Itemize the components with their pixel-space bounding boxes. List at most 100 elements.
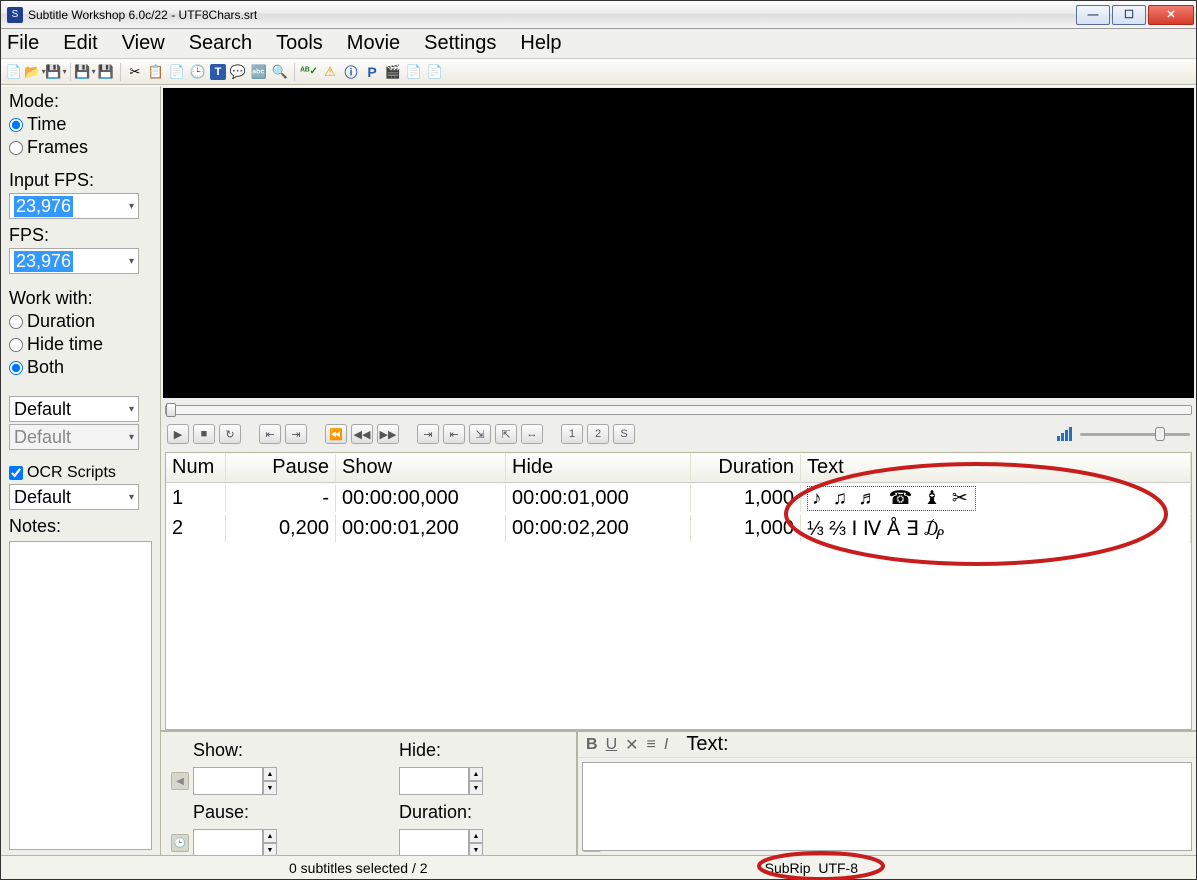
pause-clock-icon[interactable]: 🕒 xyxy=(171,834,189,852)
mark-a-button[interactable]: ⇲ xyxy=(469,424,491,444)
minimize-button[interactable]: — xyxy=(1076,5,1110,25)
fps-select[interactable]: 23,976 ▾ xyxy=(9,248,139,274)
col-text[interactable]: Text xyxy=(801,454,1191,481)
window-buttons: — ☐ ✕ xyxy=(1076,5,1194,25)
show-prev-icon[interactable]: ◀ xyxy=(171,772,189,790)
next-sub-button[interactable]: ⇥ xyxy=(285,424,307,444)
style-button[interactable]: ≡ xyxy=(647,736,656,754)
charset2-select[interactable]: Default ▾ xyxy=(9,424,139,450)
forward-button[interactable]: ▶▶ xyxy=(377,424,399,444)
play-button[interactable]: ▶ xyxy=(167,424,189,444)
ocr-scripts-checkbox[interactable]: OCR Scripts xyxy=(9,464,152,482)
subtitle-text-input[interactable] xyxy=(582,762,1192,851)
warning-icon[interactable]: ⚠ xyxy=(321,63,339,81)
work-hidetime-radio[interactable]: Hide time xyxy=(9,334,152,355)
maximize-button[interactable]: ☐ xyxy=(1112,5,1146,25)
bold-button[interactable]: B xyxy=(586,736,598,754)
menu-file[interactable]: File xyxy=(7,32,39,55)
spin-up-button[interactable]: ▲ xyxy=(263,767,277,781)
menu-tools[interactable]: Tools xyxy=(276,32,323,55)
prev-sub-button[interactable]: ⇤ xyxy=(259,424,281,444)
duration-input[interactable]: ▲▼ xyxy=(399,829,581,857)
video-preview[interactable] xyxy=(163,88,1194,398)
info-icon[interactable]: ⓘ xyxy=(342,63,360,81)
mode-time-radio[interactable]: Time xyxy=(9,114,152,135)
stop-button[interactable]: ■ xyxy=(193,424,215,444)
col-show[interactable]: Show xyxy=(336,454,506,481)
pause-input[interactable]: ▲▼ xyxy=(193,829,375,857)
pascal-icon[interactable]: P xyxy=(363,63,381,81)
translate-icon[interactable]: 🔤 xyxy=(250,63,268,81)
input-fps-select[interactable]: 23,976 ▾ xyxy=(9,193,139,219)
col-hide[interactable]: Hide xyxy=(506,454,691,481)
work-duration-radio[interactable]: Duration xyxy=(9,311,152,332)
main-area: Mode: Time Frames Input FPS: 23,976 ▾ FP… xyxy=(1,85,1196,855)
mode-frames-radio[interactable]: Frames xyxy=(9,137,152,158)
menu-edit[interactable]: Edit xyxy=(63,32,97,55)
close-button[interactable]: ✕ xyxy=(1148,5,1194,25)
video-icon[interactable]: 🎬 xyxy=(384,63,402,81)
btn-2[interactable]: 2 xyxy=(587,424,609,444)
save-orig-icon[interactable]: 💾 xyxy=(97,63,115,81)
col-duration[interactable]: Duration xyxy=(691,454,801,481)
rewind-button[interactable]: ⏪ xyxy=(325,424,347,444)
show-input[interactable]: ▲▼ xyxy=(193,767,375,795)
menu-settings[interactable]: Settings xyxy=(424,32,496,55)
ocr-select[interactable]: Default ▾ xyxy=(9,484,139,510)
spin-down-button[interactable]: ▼ xyxy=(263,781,277,795)
search-icon[interactable]: 🔍 xyxy=(271,63,289,81)
extend-button[interactable]: ↔ xyxy=(521,424,543,444)
comment-icon[interactable]: 💬 xyxy=(229,63,247,81)
mark-in-button[interactable]: ⇥ xyxy=(417,424,439,444)
doc2-icon[interactable]: 📄 xyxy=(426,63,444,81)
grid-row[interactable]: 2 0,200 00:00:01,200 00:00:02,200 1,000 … xyxy=(166,513,1191,543)
charset-select[interactable]: Default ▾ xyxy=(9,396,139,422)
spin-up-button[interactable]: ▲ xyxy=(263,829,277,843)
paste-icon[interactable]: 📄 xyxy=(168,63,186,81)
scrub-thumb[interactable] xyxy=(166,403,176,417)
text-icon[interactable]: T xyxy=(210,64,226,80)
hide-field[interactable] xyxy=(399,767,469,795)
btn-s[interactable]: S xyxy=(613,424,635,444)
clock-icon[interactable]: 🕒 xyxy=(189,63,207,81)
spin-up-button[interactable]: ▲ xyxy=(469,829,483,843)
pause-field[interactable] xyxy=(193,829,263,857)
italic-button[interactable]: I xyxy=(664,736,668,754)
hide-input[interactable]: ▲▼ xyxy=(399,767,581,795)
col-pause[interactable]: Pause xyxy=(226,454,336,481)
notes-textarea[interactable] xyxy=(9,541,152,850)
mark-out-button[interactable]: ⇤ xyxy=(443,424,465,444)
spin-down-button[interactable]: ▼ xyxy=(469,781,483,795)
doc-icon[interactable]: 📄 xyxy=(405,63,423,81)
cut-icon[interactable]: ✂ xyxy=(126,63,144,81)
show-field[interactable] xyxy=(193,767,263,795)
cell-num: 1 xyxy=(166,485,226,512)
grid-row[interactable]: 1 - 00:00:00,000 00:00:01,000 1,000 ♪ ♫ … xyxy=(166,483,1191,513)
new-icon[interactable]: 📄 xyxy=(5,63,23,81)
menu-help[interactable]: Help xyxy=(520,32,561,55)
work-both-radio[interactable]: Both xyxy=(9,357,152,378)
volume-slider[interactable] xyxy=(1080,431,1190,437)
underline-button[interactable]: U xyxy=(606,736,618,754)
mark-b-button[interactable]: ⇱ xyxy=(495,424,517,444)
copy-icon[interactable]: 📋 xyxy=(147,63,165,81)
scrub-bar[interactable] xyxy=(165,401,1192,419)
clear-button[interactable]: ✕ xyxy=(625,735,638,755)
volume-thumb[interactable] xyxy=(1155,427,1165,441)
spellcheck-icon[interactable]: ᴬᴮ✓ xyxy=(300,63,318,81)
loop-button[interactable]: ↻ xyxy=(219,424,241,444)
menu-search[interactable]: Search xyxy=(189,32,252,55)
col-num[interactable]: Num xyxy=(166,454,226,481)
spin-up-button[interactable]: ▲ xyxy=(469,767,483,781)
open-icon[interactable]: 📂 xyxy=(26,63,44,81)
duration-field[interactable] xyxy=(399,829,469,857)
separator-icon xyxy=(70,63,71,81)
save-as-icon[interactable]: 💾 xyxy=(76,63,94,81)
menu-movie[interactable]: Movie xyxy=(347,32,400,55)
cell-duration: 1,000 xyxy=(691,485,801,512)
subtitle-grid[interactable]: Num Pause Show Hide Duration Text 1 - 00… xyxy=(165,452,1192,730)
btn-1[interactable]: 1 xyxy=(561,424,583,444)
menu-view[interactable]: View xyxy=(122,32,165,55)
save-icon[interactable]: 💾 xyxy=(47,63,65,81)
back-button[interactable]: ◀◀ xyxy=(351,424,373,444)
